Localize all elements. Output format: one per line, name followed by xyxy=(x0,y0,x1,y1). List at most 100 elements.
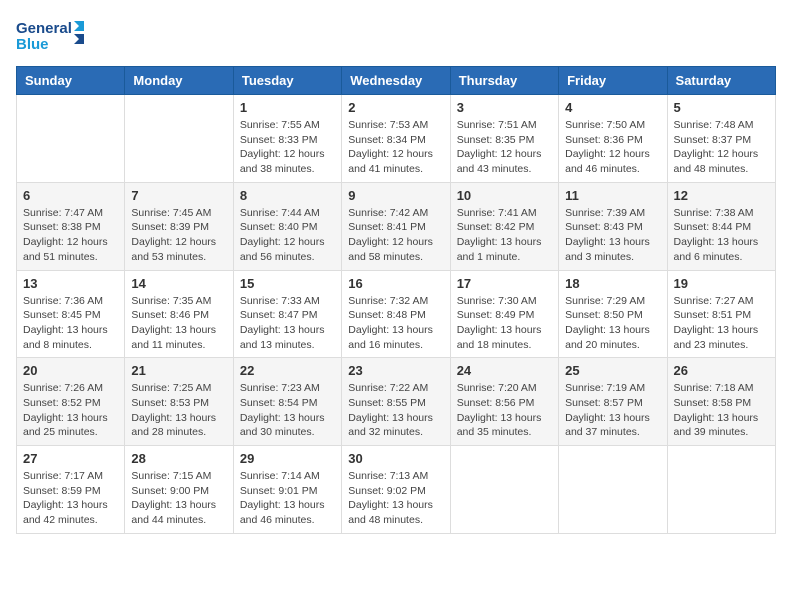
day-number: 7 xyxy=(131,188,226,203)
day-info: Sunrise: 7:50 AM Sunset: 8:36 PM Dayligh… xyxy=(565,118,660,177)
day-number: 3 xyxy=(457,100,552,115)
calendar-cell: 6 Sunrise: 7:47 AM Sunset: 8:38 PM Daylig… xyxy=(17,182,125,270)
day-info: Sunrise: 7:29 AM Sunset: 8:50 PM Dayligh… xyxy=(565,294,660,353)
week-row-1: 1 Sunrise: 7:55 AM Sunset: 8:33 PM Daylig… xyxy=(17,95,776,183)
page-header: General Blue xyxy=(16,16,776,56)
day-info: Sunrise: 7:20 AM Sunset: 8:56 PM Dayligh… xyxy=(457,381,552,440)
day-number: 20 xyxy=(23,363,118,378)
day-number: 6 xyxy=(23,188,118,203)
day-info: Sunrise: 7:14 AM Sunset: 9:01 PM Dayligh… xyxy=(240,469,335,528)
day-number: 2 xyxy=(348,100,443,115)
day-info: Sunrise: 7:25 AM Sunset: 8:53 PM Dayligh… xyxy=(131,381,226,440)
day-number: 15 xyxy=(240,276,335,291)
calendar-cell: 14 Sunrise: 7:35 AM Sunset: 8:46 PM Dayli… xyxy=(125,270,233,358)
day-info: Sunrise: 7:18 AM Sunset: 8:58 PM Dayligh… xyxy=(674,381,769,440)
day-info: Sunrise: 7:15 AM Sunset: 9:00 PM Dayligh… xyxy=(131,469,226,528)
day-info: Sunrise: 7:55 AM Sunset: 8:33 PM Dayligh… xyxy=(240,118,335,177)
calendar-cell: 24Sunrise: 7:20 AM Sunset: 8:56 PM Dayli… xyxy=(450,358,558,446)
day-info: Sunrise: 7:38 AM Sunset: 8:44 PM Dayligh… xyxy=(674,206,769,265)
weekday-header-row: SundayMondayTuesdayWednesdayThursdayFrid… xyxy=(17,67,776,95)
day-number: 21 xyxy=(131,363,226,378)
weekday-header-tuesday: Tuesday xyxy=(233,67,341,95)
day-number: 10 xyxy=(457,188,552,203)
calendar-cell: 23 Sunrise: 7:22 AM Sunset: 8:55 PM Dayli… xyxy=(342,358,450,446)
calendar-cell: 15Sunrise: 7:33 AM Sunset: 8:47 PM Dayli… xyxy=(233,270,341,358)
day-number: 9 xyxy=(348,188,443,203)
day-info: Sunrise: 7:22 AM Sunset: 8:55 PM Dayligh… xyxy=(348,381,443,440)
day-number: 17 xyxy=(457,276,552,291)
day-info: Sunrise: 7:13 AM Sunset: 9:02 PM Dayligh… xyxy=(348,469,443,528)
day-info: Sunrise: 7:44 AM Sunset: 8:40 PM Dayligh… xyxy=(240,206,335,265)
calendar-cell: 3 Sunrise: 7:51 AM Sunset: 8:35 PM Daylig… xyxy=(450,95,558,183)
calendar-cell: 12 Sunrise: 7:38 AM Sunset: 8:44 PM Dayli… xyxy=(667,182,775,270)
day-number: 25 xyxy=(565,363,660,378)
svg-text:Blue: Blue xyxy=(16,36,49,53)
calendar-cell: 2 Sunrise: 7:53 AM Sunset: 8:34 PM Daylig… xyxy=(342,95,450,183)
calendar-cell: 5 Sunrise: 7:48 AM Sunset: 8:37 PM Daylig… xyxy=(667,95,775,183)
day-number: 22 xyxy=(240,363,335,378)
day-number: 4 xyxy=(565,100,660,115)
svg-text:General: General xyxy=(16,20,72,37)
day-number: 29 xyxy=(240,451,335,466)
calendar-cell xyxy=(450,446,558,534)
weekday-header-sunday: Sunday xyxy=(17,67,125,95)
day-number: 11 xyxy=(565,188,660,203)
calendar-cell xyxy=(667,446,775,534)
logo-svg: General Blue xyxy=(16,16,86,56)
day-info: Sunrise: 7:45 AM Sunset: 8:39 PM Dayligh… xyxy=(131,206,226,265)
calendar-table: SundayMondayTuesdayWednesdayThursdayFrid… xyxy=(16,66,776,534)
week-row-3: 13 Sunrise: 7:36 AM Sunset: 8:45 PM Dayli… xyxy=(17,270,776,358)
calendar-cell: 26 Sunrise: 7:18 AM Sunset: 8:58 PM Dayli… xyxy=(667,358,775,446)
day-info: Sunrise: 7:39 AM Sunset: 8:43 PM Dayligh… xyxy=(565,206,660,265)
calendar-cell: 8Sunrise: 7:44 AM Sunset: 8:40 PM Daylig… xyxy=(233,182,341,270)
calendar-cell: 28 Sunrise: 7:15 AM Sunset: 9:00 PM Dayli… xyxy=(125,446,233,534)
weekday-header-monday: Monday xyxy=(125,67,233,95)
calendar-cell: 19 Sunrise: 7:27 AM Sunset: 8:51 PM Dayli… xyxy=(667,270,775,358)
day-info: Sunrise: 7:23 AM Sunset: 8:54 PM Dayligh… xyxy=(240,381,335,440)
week-row-5: 27 Sunrise: 7:17 AM Sunset: 8:59 PM Dayli… xyxy=(17,446,776,534)
calendar-cell: 17Sunrise: 7:30 AM Sunset: 8:49 PM Dayli… xyxy=(450,270,558,358)
day-info: Sunrise: 7:32 AM Sunset: 8:48 PM Dayligh… xyxy=(348,294,443,353)
day-number: 28 xyxy=(131,451,226,466)
day-number: 1 xyxy=(240,100,335,115)
day-info: Sunrise: 7:35 AM Sunset: 8:46 PM Dayligh… xyxy=(131,294,226,353)
weekday-header-friday: Friday xyxy=(559,67,667,95)
weekday-header-wednesday: Wednesday xyxy=(342,67,450,95)
day-number: 5 xyxy=(674,100,769,115)
day-info: Sunrise: 7:27 AM Sunset: 8:51 PM Dayligh… xyxy=(674,294,769,353)
day-number: 26 xyxy=(674,363,769,378)
calendar-cell: 1 Sunrise: 7:55 AM Sunset: 8:33 PM Daylig… xyxy=(233,95,341,183)
day-info: Sunrise: 7:41 AM Sunset: 8:42 PM Dayligh… xyxy=(457,206,552,265)
calendar-cell: 22 Sunrise: 7:23 AM Sunset: 8:54 PM Dayli… xyxy=(233,358,341,446)
day-info: Sunrise: 7:51 AM Sunset: 8:35 PM Dayligh… xyxy=(457,118,552,177)
calendar-cell: 4 Sunrise: 7:50 AM Sunset: 8:36 PM Daylig… xyxy=(559,95,667,183)
calendar-cell: 21 Sunrise: 7:25 AM Sunset: 8:53 PM Dayli… xyxy=(125,358,233,446)
day-number: 18 xyxy=(565,276,660,291)
day-number: 19 xyxy=(674,276,769,291)
day-number: 14 xyxy=(131,276,226,291)
day-number: 16 xyxy=(348,276,443,291)
calendar-cell xyxy=(559,446,667,534)
week-row-4: 20 Sunrise: 7:26 AM Sunset: 8:52 PM Dayli… xyxy=(17,358,776,446)
calendar-cell: 9 Sunrise: 7:42 AM Sunset: 8:41 PM Daylig… xyxy=(342,182,450,270)
day-number: 23 xyxy=(348,363,443,378)
day-info: Sunrise: 7:42 AM Sunset: 8:41 PM Dayligh… xyxy=(348,206,443,265)
day-info: Sunrise: 7:26 AM Sunset: 8:52 PM Dayligh… xyxy=(23,381,118,440)
calendar-cell: 20 Sunrise: 7:26 AM Sunset: 8:52 PM Dayli… xyxy=(17,358,125,446)
day-info: Sunrise: 7:47 AM Sunset: 8:38 PM Dayligh… xyxy=(23,206,118,265)
day-info: Sunrise: 7:19 AM Sunset: 8:57 PM Dayligh… xyxy=(565,381,660,440)
calendar-cell xyxy=(125,95,233,183)
calendar-cell: 18 Sunrise: 7:29 AM Sunset: 8:50 PM Dayli… xyxy=(559,270,667,358)
day-info: Sunrise: 7:17 AM Sunset: 8:59 PM Dayligh… xyxy=(23,469,118,528)
day-number: 27 xyxy=(23,451,118,466)
calendar-cell: 7 Sunrise: 7:45 AM Sunset: 8:39 PM Daylig… xyxy=(125,182,233,270)
day-info: Sunrise: 7:53 AM Sunset: 8:34 PM Dayligh… xyxy=(348,118,443,177)
logo: General Blue xyxy=(16,16,86,56)
calendar-cell: 13 Sunrise: 7:36 AM Sunset: 8:45 PM Dayli… xyxy=(17,270,125,358)
day-number: 12 xyxy=(674,188,769,203)
calendar-cell: 29 Sunrise: 7:14 AM Sunset: 9:01 PM Dayli… xyxy=(233,446,341,534)
day-info: Sunrise: 7:36 AM Sunset: 8:45 PM Dayligh… xyxy=(23,294,118,353)
day-info: Sunrise: 7:48 AM Sunset: 8:37 PM Dayligh… xyxy=(674,118,769,177)
day-number: 13 xyxy=(23,276,118,291)
calendar-cell: 27 Sunrise: 7:17 AM Sunset: 8:59 PM Dayli… xyxy=(17,446,125,534)
